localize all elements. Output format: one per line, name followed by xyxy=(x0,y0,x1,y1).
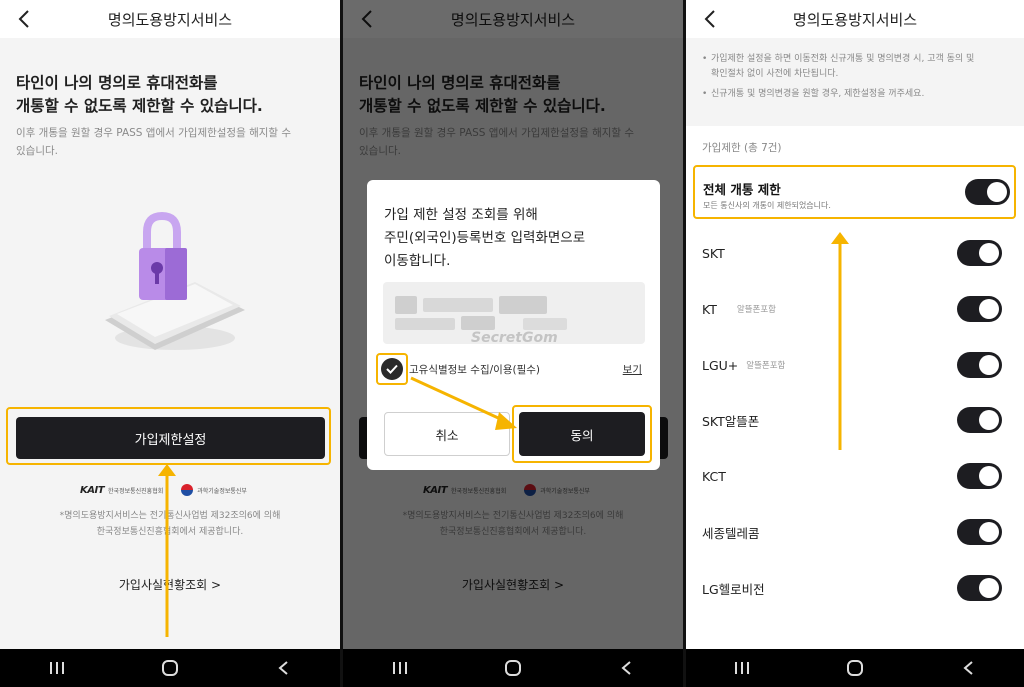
blur-block xyxy=(461,316,495,330)
highlight-box xyxy=(512,405,652,463)
carrier-toggle[interactable] xyxy=(957,352,1002,378)
page-title: 명의도용방지서비스 xyxy=(107,10,233,29)
dialog-line: 주민(외국인)등록번호 입력화면으로 xyxy=(384,230,586,246)
carrier-toggle[interactable] xyxy=(957,296,1002,322)
home-icon[interactable] xyxy=(844,657,866,679)
watermark: SecretGom xyxy=(471,330,558,344)
info-line: 신규개통 및 명의변경을 원할 경우, 제한설정을 꺼주세요. xyxy=(711,89,925,99)
panel-service-intro: 명의도용방지서비스 타인이 나의 명의로 휴대전화를 개통할 수 없도록 제한할… xyxy=(0,0,340,687)
recent-apps-icon[interactable] xyxy=(389,657,411,679)
carrier-name: KCT xyxy=(702,468,726,484)
toggle-knob xyxy=(979,466,999,486)
recent-apps-icon[interactable] xyxy=(731,657,753,679)
view-terms-link[interactable]: 보기 xyxy=(623,362,642,377)
blur-block xyxy=(395,318,455,330)
info-box: 가입제한 설정을 하면 이동전화 신규개통 및 명의변경 시, 고객 동의 및확… xyxy=(686,38,1024,126)
toggle-knob xyxy=(987,182,1007,202)
system-nav-bar xyxy=(0,649,340,687)
info-line: 확인절차 없이 사전에 차단됩니다. xyxy=(711,69,839,79)
carrier-toggle[interactable] xyxy=(957,575,1002,601)
system-nav-bar xyxy=(686,649,1024,687)
app-header: 명의도용방지서비스 xyxy=(686,0,1024,38)
system-nav-bar xyxy=(343,649,683,687)
carrier-name: SKT알뜰폰 xyxy=(702,413,760,429)
carrier-row: SKT알뜰폰 xyxy=(702,405,1010,435)
home-icon[interactable] xyxy=(502,657,524,679)
nav-back-icon[interactable] xyxy=(615,657,637,679)
toggle-knob xyxy=(979,299,999,319)
app-header: 명의도용방지서비스 xyxy=(0,0,340,38)
msit-text: 과학기술정보통신부 xyxy=(197,487,247,495)
headline: 타인이 나의 명의로 휴대전화를 개통할 수 없도록 제한할 수 있습니다. xyxy=(16,72,326,118)
panel-carrier-restrictions: 명의도용방지서비스 가입제한 설정을 하면 이동전화 신규개통 및 명의변경 시… xyxy=(686,0,1024,687)
carrier-name: KT xyxy=(702,301,717,317)
blur-block xyxy=(523,318,567,330)
carrier-badge: 알뜰폰포함 xyxy=(736,305,776,315)
carrier-badge: 알뜰폰포함 xyxy=(746,361,786,371)
toggle-knob xyxy=(979,578,999,598)
page-title: 명의도용방지서비스 xyxy=(792,10,918,29)
info-item: 가입제한 설정을 하면 이동전화 신규개통 및 명의변경 시, 고객 동의 및확… xyxy=(702,52,1008,82)
back-arrow-icon[interactable] xyxy=(14,7,36,31)
toggle-knob xyxy=(979,522,999,542)
carrier-row: LG헬로비전 xyxy=(702,573,1010,603)
info-line: 가입제한 설정을 하면 이동전화 신규개통 및 명의변경 시, 고객 동의 및 xyxy=(711,54,975,64)
carrier-row: LGU+ 알뜰폰포함 xyxy=(702,350,1010,380)
back-arrow-icon[interactable] xyxy=(700,7,722,31)
restriction-setting-button[interactable]: 가입제한설정 xyxy=(16,417,325,459)
carrier-row: SKT xyxy=(702,238,1010,268)
emblem-icon xyxy=(181,484,194,496)
carrier-name: LG헬로비전 xyxy=(702,581,765,597)
toggle-knob xyxy=(979,410,999,430)
dialog-line: 가입 제한 설정 조회를 위해 xyxy=(384,207,538,223)
toggle-knob xyxy=(979,355,999,375)
info-item: 신규개통 및 명의변경을 원할 경우, 제한설정을 꺼주세요. xyxy=(702,87,1008,102)
all-block-desc: 모든 통신사의 개통이 제한되었습니다. xyxy=(703,201,831,210)
blurred-id-field: SecretGom xyxy=(383,282,645,344)
carrier-row: KT 알뜰폰포함 xyxy=(702,294,1010,324)
up-arrow-annotation-icon xyxy=(831,232,849,450)
kait-logo: KAIT 한국정보통신진흥협회 xyxy=(80,485,163,496)
recent-apps-icon[interactable] xyxy=(46,657,68,679)
carrier-name: 세종텔레콤 xyxy=(702,525,760,541)
blur-block xyxy=(423,298,493,312)
dialog-message: 가입 제한 설정 조회를 위해 주민(외국인)등록번호 입력화면으로 이동합니다… xyxy=(384,204,644,273)
blur-block xyxy=(395,296,417,314)
carrier-toggle[interactable] xyxy=(957,463,1002,489)
nav-back-icon[interactable] xyxy=(272,657,294,679)
diagonal-arrow-annotation-icon xyxy=(410,376,517,430)
carrier-toggle[interactable] xyxy=(957,407,1002,433)
dialog-line: 이동합니다. xyxy=(384,253,451,269)
section-label: 가입제한 (총 7건) xyxy=(702,142,782,154)
sub-line: 있습니다. xyxy=(16,145,58,157)
home-icon[interactable] xyxy=(159,657,181,679)
up-arrow-annotation-icon xyxy=(158,464,176,637)
panel-consent-modal: 명의도용방지서비스 타인이 나의 명의로 휴대전화를 개통할 수 없도록 제한할… xyxy=(343,0,683,687)
all-block-title: 전체 개통 제한 xyxy=(703,182,781,197)
nav-back-icon[interactable] xyxy=(957,657,979,679)
sub-description: 이후 개통을 원할 경우 PASS 앱에서 가입제한설정을 해지할 수 있습니다… xyxy=(16,124,321,160)
blur-block xyxy=(499,296,547,314)
msit-logo: 과학기술정보통신부 xyxy=(181,484,247,496)
headline-line: 타인이 나의 명의로 휴대전화를 xyxy=(16,74,218,92)
carrier-name: SKT xyxy=(702,245,725,261)
carrier-row: 세종텔레콤 xyxy=(702,517,1010,547)
all-block-toggle[interactable] xyxy=(965,179,1010,205)
toggle-knob xyxy=(979,243,999,263)
carrier-toggle[interactable] xyxy=(957,519,1002,545)
carrier-name: LGU+ xyxy=(702,357,739,373)
kait-mark: KAIT xyxy=(80,484,105,496)
carrier-toggle[interactable] xyxy=(957,240,1002,266)
carrier-row: KCT xyxy=(702,461,1010,491)
headline-line: 개통할 수 없도록 제한할 수 있습니다. xyxy=(16,97,263,115)
sub-line: 이후 개통을 원할 경우 PASS 앱에서 가입제한설정을 해지할 수 xyxy=(16,127,292,139)
phone-lock-illustration xyxy=(105,211,245,350)
